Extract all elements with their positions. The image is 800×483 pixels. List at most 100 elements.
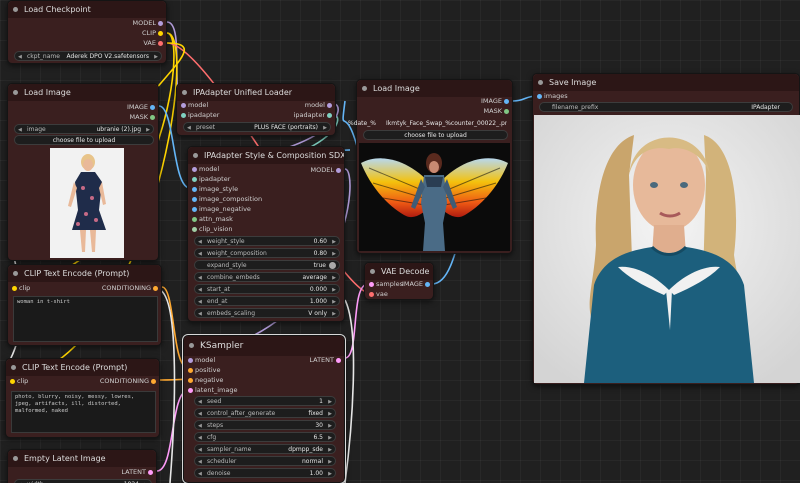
- output-model[interactable]: model: [305, 101, 332, 110]
- socket-dot-icon[interactable]: [158, 31, 163, 36]
- arrow-right-icon[interactable]: ▶: [328, 457, 332, 465]
- collapse-dot-icon[interactable]: [13, 456, 18, 461]
- socket-dot-icon[interactable]: [192, 177, 197, 182]
- node-header[interactable]: CLIP Text Encode (Prompt): [8, 265, 161, 282]
- ipadapter-style-composition-node[interactable]: IPAdapter Style & Composition SDXL MODEL…: [187, 146, 345, 322]
- ksampler-node[interactable]: KSampler LATENT model positive negative …: [182, 334, 346, 483]
- socket-dot-icon[interactable]: [369, 292, 374, 297]
- arrow-left-icon[interactable]: ◀: [198, 457, 202, 465]
- socket-dot-icon[interactable]: [192, 207, 197, 212]
- socket-dot-icon[interactable]: [504, 99, 509, 104]
- arrow-left-icon[interactable]: ◀: [198, 273, 202, 281]
- node-header[interactable]: Load Image: [357, 80, 512, 97]
- input-model[interactable]: model: [181, 101, 208, 110]
- sampler-name-combo[interactable]: ◀ sampler_name dpmpp_sde ▶: [194, 444, 336, 454]
- input-images[interactable]: images: [537, 92, 568, 101]
- arrow-left-icon[interactable]: ◀: [198, 249, 202, 257]
- arrow-right-icon[interactable]: ▶: [328, 397, 332, 405]
- node-header[interactable]: Empty Latent Image: [8, 450, 156, 467]
- arrow-left-icon[interactable]: ◀: [198, 421, 202, 429]
- expand-style-toggle[interactable]: expand_style true: [194, 260, 340, 270]
- node-header[interactable]: IPAdapter Unified Loader: [177, 84, 335, 101]
- arrow-right-icon[interactable]: ▶: [332, 273, 336, 281]
- prompt-textarea[interactable]: photo, blurry, noisy, messy, lowres, jpe…: [11, 391, 156, 433]
- load-image-node-2[interactable]: Load Image IMAGE MASK %date_% Ikmtyk_Face…: [348, 79, 513, 254]
- output-ipadapter[interactable]: ipadapter: [294, 111, 332, 120]
- save-image-node[interactable]: Save Image images filename_prefix IPAdapt…: [532, 73, 800, 385]
- control-after-generate-combo[interactable]: ◀ control_after_generate fixed ▶: [194, 408, 336, 418]
- socket-dot-icon[interactable]: [188, 368, 193, 373]
- arrow-left-icon[interactable]: ◀: [198, 445, 202, 453]
- socket-dot-icon[interactable]: [192, 167, 197, 172]
- arrow-right-icon[interactable]: ▶: [332, 237, 336, 245]
- upload-button[interactable]: choose file to upload: [363, 130, 508, 140]
- arrow-right-icon[interactable]: ▶: [328, 445, 332, 453]
- socket-dot-icon[interactable]: [10, 379, 15, 384]
- load-checkpoint-node[interactable]: Load Checkpoint MODEL CLIP VAE ◀ ckpt_nam…: [7, 0, 167, 64]
- prompt-textarea[interactable]: woman in t-shirt: [13, 296, 158, 342]
- output-image[interactable]: IMAGE: [127, 103, 155, 112]
- collapse-dot-icon[interactable]: [13, 7, 18, 12]
- socket-dot-icon[interactable]: [327, 113, 332, 118]
- weight-style-slider[interactable]: ◀ weight_style 0.60 ▶: [194, 236, 340, 246]
- output-image[interactable]: IMAGE: [481, 97, 509, 106]
- filename-prefix-input[interactable]: filename_prefix IPAdapter: [539, 102, 793, 112]
- node-header[interactable]: CLIP Text Encode (Prompt): [6, 359, 159, 376]
- arrow-right-icon[interactable]: ▶: [332, 309, 336, 317]
- arrow-right-icon[interactable]: ▶: [328, 469, 332, 477]
- collapse-dot-icon[interactable]: [193, 153, 198, 158]
- vae-decode-node[interactable]: VAE Decode samples vae IMAGE: [364, 262, 434, 300]
- node-header[interactable]: KSampler: [184, 336, 344, 356]
- end-at-slider[interactable]: ◀ end_at 1.000 ▶: [194, 296, 340, 306]
- collapse-dot-icon[interactable]: [362, 86, 367, 91]
- ckpt-name-combo[interactable]: ◀ ckpt_name Aderek DPO V2.safetensors ▶: [14, 51, 162, 61]
- output-model[interactable]: MODEL: [311, 166, 341, 175]
- width-number[interactable]: ◀width1024▶: [14, 479, 152, 483]
- collapse-dot-icon[interactable]: [182, 90, 187, 95]
- socket-dot-icon[interactable]: [148, 470, 153, 475]
- socket-dot-icon[interactable]: [188, 388, 193, 393]
- cfg-number[interactable]: ◀ cfg 6.5 ▶: [194, 432, 336, 442]
- socket-dot-icon[interactable]: [336, 358, 341, 363]
- output-vae[interactable]: VAE: [143, 39, 163, 48]
- arrow-right-icon[interactable]: ▶: [332, 285, 336, 293]
- output-mask[interactable]: MASK: [130, 113, 155, 122]
- output-conditioning[interactable]: CONDITIONING: [102, 284, 158, 293]
- socket-dot-icon[interactable]: [181, 113, 186, 118]
- node-header[interactable]: Save Image: [533, 74, 799, 91]
- socket-dot-icon[interactable]: [188, 358, 193, 363]
- arrow-left-icon[interactable]: ◀: [198, 297, 202, 305]
- collapse-dot-icon[interactable]: [13, 90, 18, 95]
- image-combo[interactable]: ◀ image ubranie (2).jpg ▶: [14, 124, 154, 134]
- output-latent[interactable]: LATENT: [121, 468, 153, 477]
- arrow-right-icon[interactable]: ▶: [328, 433, 332, 441]
- arrow-left-icon[interactable]: ◀: [187, 123, 191, 131]
- denoise-slider[interactable]: ◀ denoise 1.00 ▶: [194, 468, 336, 478]
- output-clip[interactable]: CLIP: [142, 29, 163, 38]
- ipadapter-unified-loader-node[interactable]: IPAdapter Unified Loader model ipadapter…: [176, 83, 336, 136]
- socket-dot-icon[interactable]: [425, 282, 430, 287]
- arrow-left-icon[interactable]: ◀: [198, 285, 202, 293]
- input-clip[interactable]: clip: [12, 284, 30, 293]
- node-header[interactable]: Load Image: [8, 84, 158, 101]
- input-negative[interactable]: negative: [188, 376, 223, 385]
- arrow-right-icon[interactable]: ▶: [332, 249, 336, 257]
- socket-dot-icon[interactable]: [150, 105, 155, 110]
- socket-dot-icon[interactable]: [336, 168, 341, 173]
- output-conditioning[interactable]: CONDITIONING: [100, 377, 156, 386]
- arrow-left-icon[interactable]: ◀: [18, 125, 22, 133]
- collapse-dot-icon[interactable]: [11, 365, 16, 370]
- arrow-right-icon[interactable]: ▶: [154, 52, 158, 60]
- collapse-dot-icon[interactable]: [538, 80, 543, 85]
- arrow-left-icon[interactable]: ◀: [198, 237, 202, 245]
- collapse-dot-icon[interactable]: [13, 271, 18, 276]
- socket-dot-icon[interactable]: [192, 227, 197, 232]
- output-latent[interactable]: LATENT: [309, 356, 341, 365]
- seed-number[interactable]: ◀ seed 1 ▶: [194, 396, 336, 406]
- node-header[interactable]: VAE Decode: [365, 263, 433, 280]
- input-attn-mask[interactable]: attn_mask: [192, 215, 233, 224]
- input-clip[interactable]: clip: [10, 377, 28, 386]
- output-image[interactable]: IMAGE: [402, 280, 430, 289]
- input-image-style[interactable]: image_style: [192, 185, 238, 194]
- clip-text-encode-node-1[interactable]: CLIP Text Encode (Prompt) clip CONDITION…: [7, 264, 162, 346]
